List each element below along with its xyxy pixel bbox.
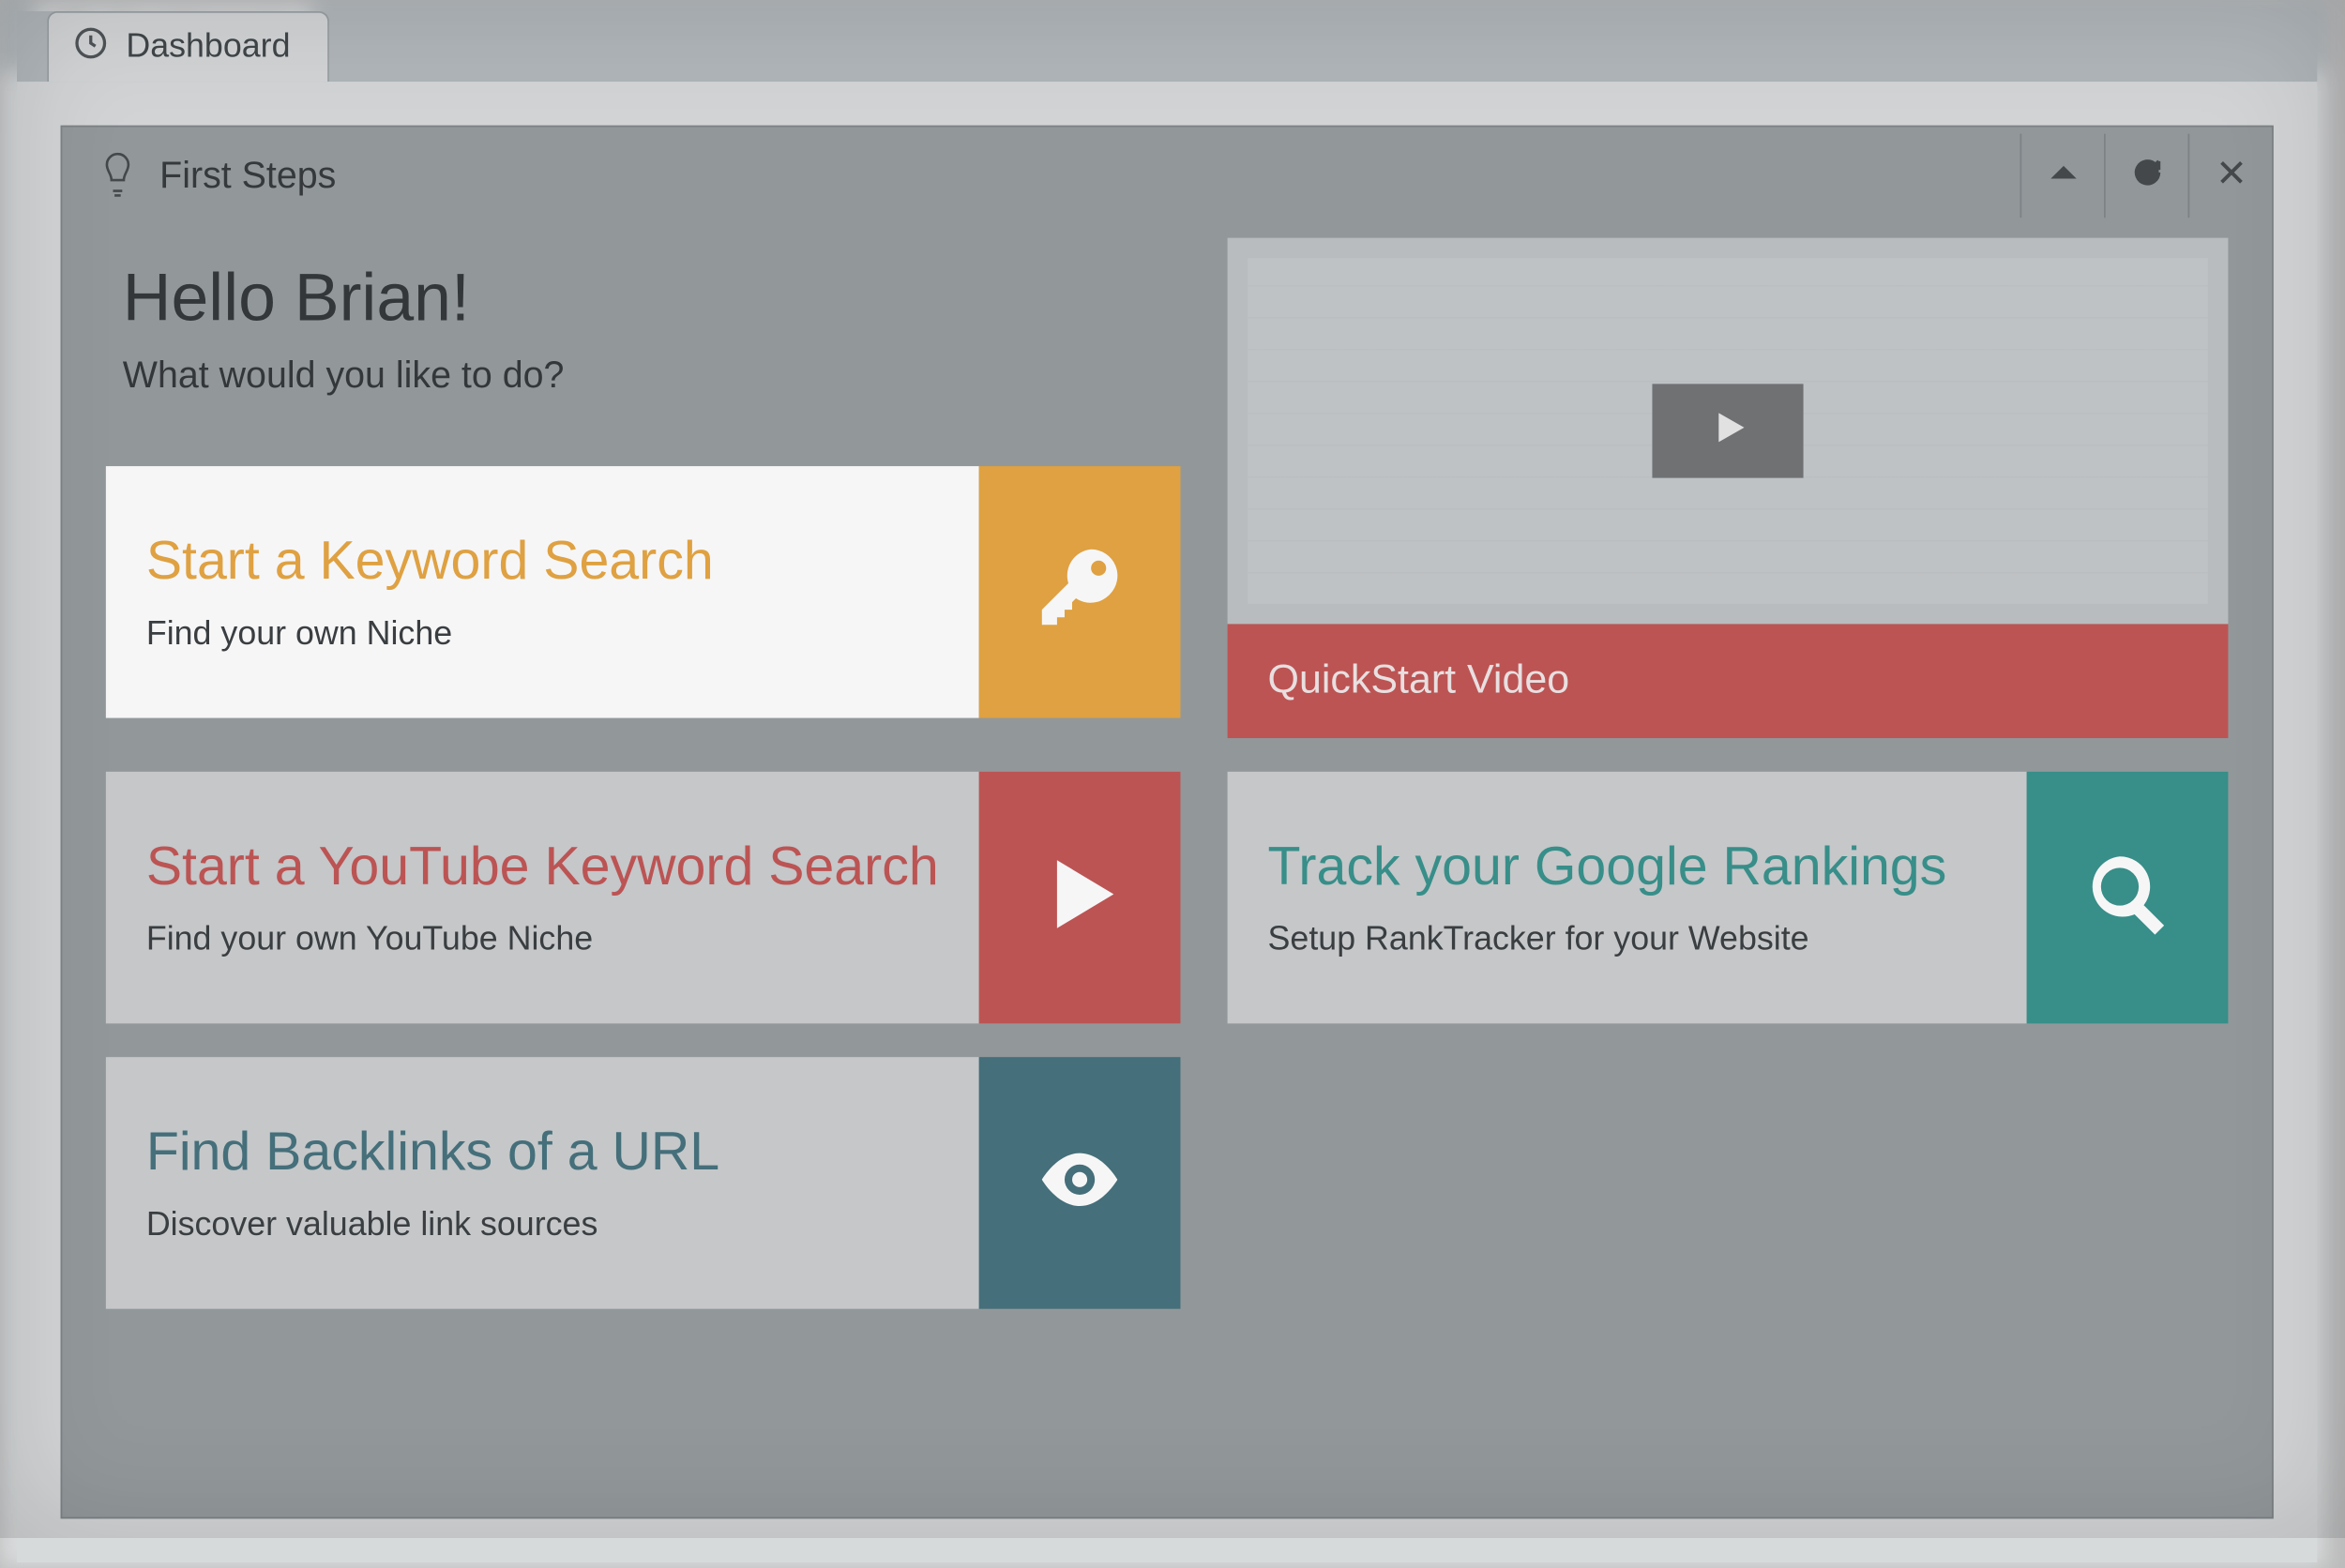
play-icon	[1706, 405, 1750, 457]
panel-header: First Steps	[62, 128, 2272, 225]
tile-title: Find Backlinks of a URL	[146, 1121, 939, 1183]
tile-track-rankings[interactable]: Track your Google Rankings Setup RankTra…	[1228, 772, 2229, 1024]
tab-dashboard[interactable]: Dashboard	[47, 11, 328, 82]
greeting-heading: Hello Brian!	[123, 262, 1164, 338]
tile-subtitle: Setup RankTracker for your Website	[1268, 921, 1987, 959]
tab-bar: Dashboard	[17, 11, 2317, 82]
magnifier-icon	[2082, 848, 2173, 947]
first-steps-panel: First Steps Hello Brian!	[61, 126, 2274, 1519]
video-thumbnail[interactable]	[1228, 238, 2229, 625]
panel-title: First Steps	[159, 154, 336, 198]
panel-actions	[2020, 134, 2272, 219]
play-icon	[1035, 848, 1126, 947]
refresh-icon	[2130, 155, 2164, 197]
triangle-up-icon	[2046, 155, 2080, 197]
tab-label: Dashboard	[126, 28, 290, 67]
refresh-button[interactable]	[2104, 134, 2188, 219]
tile-icon-box	[979, 772, 1181, 1024]
tile-icon-box	[2027, 772, 2229, 1024]
gauge-icon	[72, 23, 109, 70]
tile-title: Start a Keyword Search	[146, 529, 939, 591]
tile-title: Start a YouTube Keyword Search	[146, 836, 939, 897]
tile-title: Track your Google Rankings	[1268, 836, 1987, 897]
tile-icon-box	[979, 1057, 1181, 1309]
close-button[interactable]	[2187, 134, 2272, 219]
tile-subtitle: Discover valuable link sources	[146, 1206, 939, 1244]
tile-find-backlinks[interactable]: Find Backlinks of a URL Discover valuabl…	[106, 1057, 1181, 1309]
tile-youtube-keyword[interactable]: Start a YouTube Keyword Search Find your…	[106, 772, 1181, 1024]
close-icon	[2214, 155, 2247, 197]
key-icon	[1035, 542, 1126, 641]
video-title-bar: QuickStart Video	[1228, 624, 2229, 738]
content-area: First Steps Hello Brian!	[17, 82, 2317, 1562]
video-play-button[interactable]	[1652, 384, 1803, 477]
greeting: Hello Brian! What would you like to do?	[106, 238, 1181, 432]
tile-subtitle: Find your own YouTube Niche	[146, 921, 939, 959]
tile-icon-box	[979, 465, 1181, 717]
eye-icon	[1035, 1134, 1126, 1233]
greeting-sub: What would you like to do?	[123, 354, 1164, 398]
lightbulb-icon	[99, 146, 136, 205]
quickstart-video-card[interactable]: QuickStart Video	[1228, 238, 2229, 738]
tile-keyword-search[interactable]: Start a Keyword Search Find your own Nic…	[106, 465, 1181, 717]
collapse-button[interactable]	[2020, 134, 2104, 219]
tile-subtitle: Find your own Niche	[146, 615, 939, 654]
